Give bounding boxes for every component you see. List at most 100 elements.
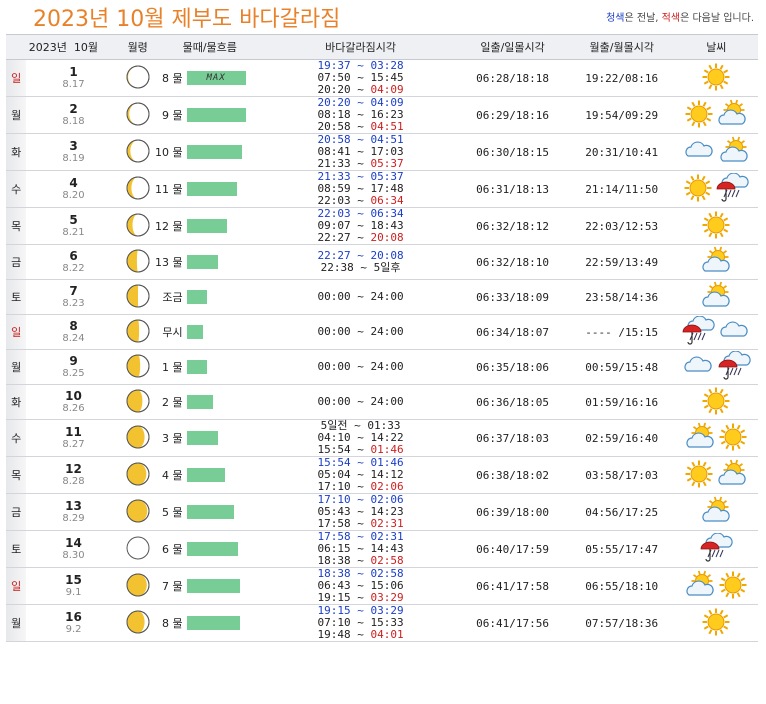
moon-phase-icon xyxy=(125,461,151,490)
sunrise-sunset: 06:34/18:07 xyxy=(456,314,569,350)
parting-times: 17:10 ~ 02:06 05:43 ~ 14:23 17:58 ~ 02:31 xyxy=(264,493,457,531)
mul-label: 8 물 xyxy=(161,72,183,85)
moon-phase-icon xyxy=(125,212,151,241)
day-of-week: 수 xyxy=(6,419,27,457)
solar-day: 9 xyxy=(69,353,78,368)
weather-cell xyxy=(674,456,758,494)
mul-label: 13 물 xyxy=(154,256,183,269)
next-day-time: 02:58 xyxy=(370,554,404,567)
parting-time: 20:20 ~ 04:09 xyxy=(317,83,404,96)
solar-day: 2 xyxy=(69,101,78,116)
day-of-week: 금 xyxy=(6,244,27,280)
cloud-sun-icon xyxy=(700,246,732,279)
date-cell: 2 8.18 xyxy=(26,96,121,134)
day-of-week: 토 xyxy=(6,279,27,315)
parting-time: 17:10 ~ 02:06 xyxy=(317,480,404,493)
lunar-date: 8.30 xyxy=(62,549,85,561)
date-cell: 11 8.27 xyxy=(26,419,121,457)
parting-times: 5일전 ~ 01:33 04:10 ~ 14:22 15:54 ~ 01:46 xyxy=(264,419,457,457)
day-of-week: 목 xyxy=(6,456,27,494)
table-row: 목 12 8.28 4 물 15:54 ~ 01:46 05:04 ~ 14:12 17:1… xyxy=(6,456,758,494)
sun-icon xyxy=(718,570,748,603)
sun-icon xyxy=(701,62,731,95)
mul-label: 10 물 xyxy=(154,146,183,159)
sun-icon xyxy=(718,422,748,455)
day-of-week: 화 xyxy=(6,133,27,171)
tide-level-bar xyxy=(186,395,213,409)
lunar-date: 8.25 xyxy=(62,367,85,379)
weather-cell xyxy=(674,207,758,245)
next-day-time: 01:46 xyxy=(370,443,404,456)
parting-times: 00:00 ~ 24:00 xyxy=(264,349,457,385)
table-row: 토 14 8.30 6 물 17:58 ~ 02:31 06:15 ~ 14:43 18:3… xyxy=(6,530,758,568)
mul-label: 조금 xyxy=(162,291,183,304)
sunrise-sunset: 06:39/18:00 xyxy=(456,493,569,531)
solar-day: 14 xyxy=(65,535,82,550)
solar-day: 16 xyxy=(65,609,82,624)
moon-phase-icon xyxy=(125,388,151,417)
weather-cell xyxy=(674,384,758,420)
date-cell: 1 8.17 xyxy=(26,59,121,97)
date-cell: 6 8.22 xyxy=(26,244,121,280)
lunar-date: 9.2 xyxy=(65,623,82,635)
day-of-week: 금 xyxy=(6,493,27,531)
solar-day: 8 xyxy=(69,318,78,333)
rain-umbrella-icon xyxy=(715,171,749,206)
parting-times: 00:00 ~ 24:00 xyxy=(264,279,457,315)
mul-label: 9 물 xyxy=(161,109,183,122)
sun-icon xyxy=(701,210,731,243)
tide-level-bar xyxy=(186,468,225,482)
mul-label: 3 물 xyxy=(161,432,183,445)
parting-times: 18:38 ~ 02:58 06:43 ~ 15:06 19:15 ~ 03:29 xyxy=(264,567,457,605)
table-row: 수 11 8.27 3 물 5일전 ~ 01:33 04:10 ~ 14:22 15:54 … xyxy=(6,419,758,457)
moon-phase-icon xyxy=(125,572,151,601)
moonrise-moonset: 22:03/12:53 xyxy=(568,207,675,245)
legend-red: 적색 xyxy=(661,13,681,24)
cloud-sun-icon xyxy=(700,496,732,529)
moonrise-moonset: 20:31/10:41 xyxy=(568,133,675,171)
cloud-sun-icon xyxy=(700,281,732,314)
moonrise-moonset: 19:54/09:29 xyxy=(568,96,675,134)
table-row: 화 3 8.19 10 물 20:58 ~ 04:51 08:41 ~ 17:03 21:3… xyxy=(6,133,758,171)
mul-label: 8 물 xyxy=(161,617,183,630)
moonrise-moonset: 04:56/17:25 xyxy=(568,493,675,531)
rain-umbrella-icon xyxy=(717,349,751,384)
cloud-icon xyxy=(717,316,751,349)
lunar-date: 8.26 xyxy=(62,402,85,414)
date-cell: 15 9.1 xyxy=(26,567,121,605)
solar-day: 1 xyxy=(69,64,78,79)
lunar-date: 8.17 xyxy=(62,78,85,90)
day-of-week: 수 xyxy=(6,170,27,208)
day-of-week: 화 xyxy=(6,384,27,420)
parting-time: 18:38 ~ 02:58 xyxy=(317,554,404,567)
lunar-date: 8.24 xyxy=(62,332,85,344)
moon-phase-icon xyxy=(125,248,151,277)
parting-time: 00:00 ~ 24:00 xyxy=(317,325,404,338)
solar-day: 12 xyxy=(65,461,82,476)
header-sun: 일출/일몰시각 xyxy=(456,34,569,60)
legend-mid: 은 전날, xyxy=(624,13,662,24)
moon-phase-icon xyxy=(125,609,151,638)
sun-icon xyxy=(701,607,731,640)
weather-cell xyxy=(674,244,758,280)
weather-cell xyxy=(674,96,758,134)
parting-time: 22:38 ~ 5일후 xyxy=(320,261,401,274)
moon-phase-icon xyxy=(125,175,151,204)
mul-label: 12 물 xyxy=(154,220,183,233)
moon-phase-icon xyxy=(125,353,151,382)
moon-phase-icon xyxy=(125,535,151,564)
day-of-week: 일 xyxy=(6,59,27,97)
header-lunar: 월령 xyxy=(120,34,155,60)
solar-day: 15 xyxy=(65,572,82,587)
lunar-date: 8.18 xyxy=(62,115,85,127)
moonrise-moonset: 00:59/15:48 xyxy=(568,349,675,385)
tide-level-bar xyxy=(186,431,218,445)
date-cell: 16 9.2 xyxy=(26,604,121,642)
cloud-icon xyxy=(681,351,715,384)
tide-level-bar xyxy=(186,219,227,233)
page-title: 2023년 10월 제부도 바다갈라짐 xyxy=(33,7,341,32)
lunar-date: 8.28 xyxy=(62,475,85,487)
tide-level-bar xyxy=(186,616,240,630)
parting-times: 00:00 ~ 24:00 xyxy=(264,384,457,420)
date-cell: 14 8.30 xyxy=(26,530,121,568)
